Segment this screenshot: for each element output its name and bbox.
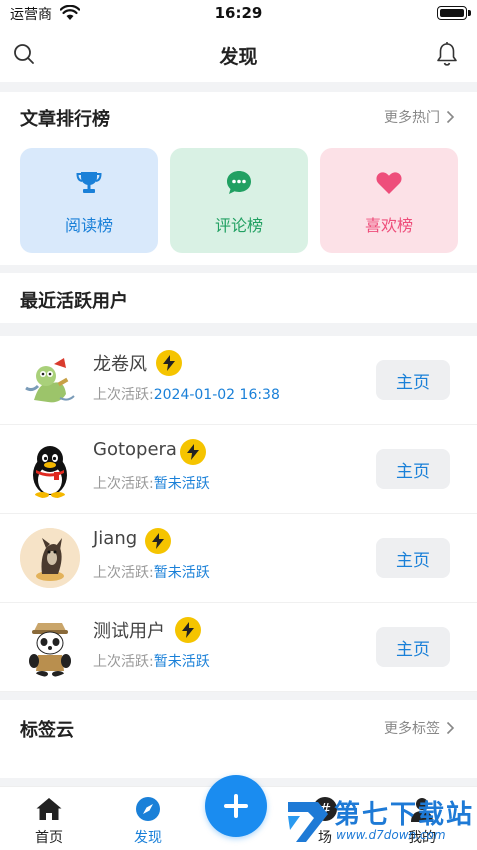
- more-tags-label: 更多标签: [384, 721, 440, 737]
- chevron-right-icon: [446, 110, 455, 124]
- battery-tip: [468, 10, 471, 16]
- bell-icon[interactable]: [435, 41, 459, 67]
- lightning-badge-icon: [180, 439, 206, 465]
- heart-icon: [376, 172, 402, 194]
- status-time: 16:29: [214, 4, 263, 22]
- more-tags-link[interactable]: 更多标签: [384, 718, 455, 738]
- nav-bar: 发现: [0, 28, 477, 82]
- penguin-avatar-icon: [33, 446, 67, 498]
- active-users-title: 最近活跃用户: [20, 291, 128, 312]
- avatar[interactable]: [20, 439, 80, 499]
- lightning-badge-icon: [145, 528, 171, 554]
- tag-cloud-section: 标签云 更多标签: [0, 700, 477, 778]
- dragon-avatar-icon: [25, 358, 75, 403]
- watermark: 第七下载站 www.d7down.com: [282, 792, 477, 850]
- trophy-icon: [76, 172, 102, 193]
- tab-home[interactable]: 首页: [14, 795, 84, 847]
- user-row[interactable]: Gotopera 上次活跃:暂未活跃 主页: [0, 425, 477, 514]
- user-name: 龙卷风: [93, 354, 147, 375]
- tag-cloud-title: 标签云: [20, 720, 74, 741]
- user-home-button[interactable]: 主页: [376, 449, 450, 489]
- read-ranking-label: 阅读榜: [64, 216, 113, 235]
- chat-bubble-icon: [227, 171, 251, 194]
- user-name: Jiang: [93, 528, 138, 549]
- page-title: 发现: [219, 46, 258, 68]
- home-icon: [36, 798, 62, 820]
- user-row[interactable]: 测试用户 上次活跃:暂未活跃 主页: [0, 603, 477, 692]
- panda-avatar-icon: [29, 623, 71, 677]
- ranking-title: 文章排行榜: [20, 109, 110, 130]
- watermark-logo-icon: [288, 802, 328, 842]
- active-users-header: 最近活跃用户: [0, 273, 477, 323]
- watermark-title: 第七下载站: [334, 800, 475, 830]
- more-hot-label: 更多热门: [384, 110, 440, 126]
- watermark-url: www.d7down.com: [336, 828, 446, 842]
- last-active-text: 上次活跃:暂未活跃: [93, 654, 210, 670]
- like-ranking-label: 喜欢榜: [364, 216, 413, 235]
- chevron-right-icon: [446, 721, 455, 735]
- like-ranking-tile[interactable]: 喜欢榜: [320, 148, 458, 253]
- avatar[interactable]: [20, 528, 80, 588]
- publish-button[interactable]: [205, 775, 267, 837]
- compass-icon: [136, 797, 160, 821]
- dog-avatar-icon: [20, 528, 80, 588]
- last-active-text: 上次活跃:暂未活跃: [93, 476, 210, 492]
- user-name: Gotopera: [93, 439, 177, 460]
- comment-ranking-tile[interactable]: 评论榜: [170, 148, 308, 253]
- user-home-button[interactable]: 主页: [376, 538, 450, 578]
- read-ranking-tile[interactable]: 阅读榜: [20, 148, 158, 253]
- battery-icon: [437, 6, 467, 20]
- user-home-button[interactable]: 主页: [376, 360, 450, 400]
- comment-ranking-label: 评论榜: [214, 216, 263, 235]
- more-hot-link[interactable]: 更多热门: [384, 107, 455, 127]
- tab-discover-label: 发现: [134, 830, 162, 846]
- lightning-badge-icon: [156, 350, 182, 376]
- avatar[interactable]: [20, 350, 80, 410]
- user-row[interactable]: 龙卷风 上次活跃:2024-01-02 16:38 主页: [0, 336, 477, 425]
- user-name: 测试用户: [93, 621, 165, 642]
- last-active-text: 上次活跃:2024-01-02 16:38: [93, 387, 280, 403]
- user-home-button[interactable]: 主页: [376, 627, 450, 667]
- tab-discover[interactable]: 发现: [113, 795, 183, 847]
- user-row[interactable]: Jiang 上次活跃:暂未活跃 主页: [0, 514, 477, 603]
- plus-icon: [224, 794, 248, 818]
- avatar[interactable]: [20, 617, 80, 677]
- lightning-badge-icon: [175, 617, 201, 643]
- last-active-text: 上次活跃:暂未活跃: [93, 565, 210, 581]
- tab-home-label: 首页: [35, 830, 63, 846]
- status-bar: 运营商 16:29: [0, 0, 477, 28]
